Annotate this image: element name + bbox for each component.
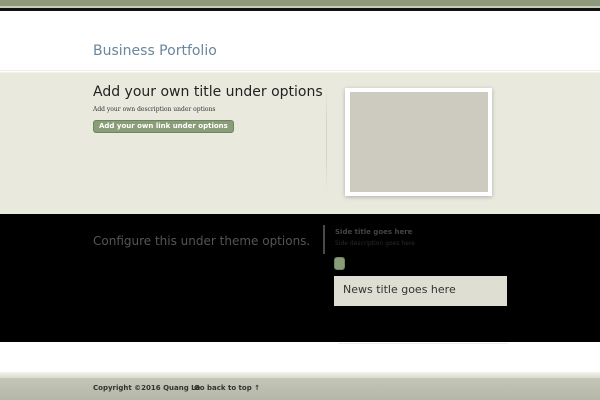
hero-title: Add your own title under options <box>93 84 323 100</box>
content-gap-line <box>338 343 508 344</box>
hero-image-placeholder <box>350 92 488 192</box>
hero-link-button[interactable]: Add your own link under options <box>93 120 234 133</box>
site-title-link[interactable]: Business Portfolio <box>93 43 217 59</box>
hero-image-frame <box>345 88 492 196</box>
side-rule <box>323 225 325 254</box>
site-footer: Copyright ©2016 Quang Le Go back to top … <box>0 378 600 400</box>
site-header: Business Portfolio <box>0 11 600 71</box>
configure-text: Configure this under theme options. <box>93 234 311 248</box>
news-box[interactable]: News title goes here <box>334 276 507 306</box>
side-description: Side description goes here <box>335 240 415 247</box>
back-to-top-link[interactable]: Go back to top ↑ <box>194 384 260 392</box>
content-gap <box>0 342 600 376</box>
hero-description: Add your own description under options <box>93 106 216 113</box>
hero-divider <box>326 87 327 193</box>
hero-section: Add your own title under options Add you… <box>0 72 600 214</box>
footer-copyright: Copyright ©2016 Quang Le <box>93 384 201 392</box>
feature-band: Configure this under theme options. Side… <box>0 214 600 342</box>
side-title: Side title goes here <box>335 228 413 236</box>
side-button[interactable] <box>334 257 345 270</box>
news-title[interactable]: News title goes here <box>343 283 456 296</box>
